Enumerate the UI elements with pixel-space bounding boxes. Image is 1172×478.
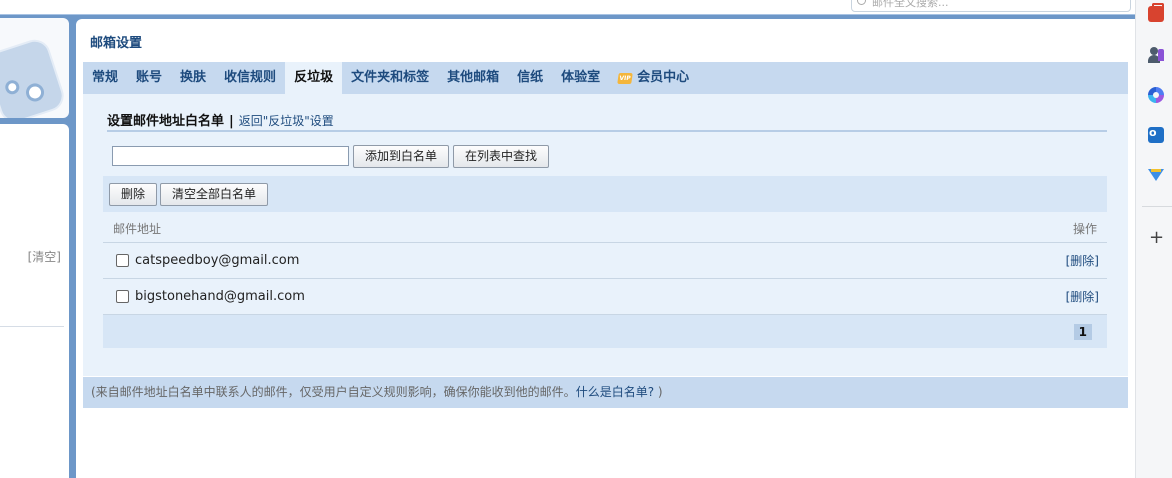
back-to-anti-spam-link[interactable]: 返回"反垃圾"设置 bbox=[239, 114, 334, 128]
whitelist-email-input[interactable] bbox=[112, 146, 349, 166]
toolbox-icon[interactable] bbox=[1148, 3, 1164, 22]
tab-member-center-label: 会员中心 bbox=[637, 70, 690, 85]
add-icon[interactable]: + bbox=[1149, 229, 1164, 247]
whitelist-panel: 设置邮件地址白名单 | 返回"反垃圾"设置 添加到白名单 在列表中查找 删除 清空全… bbox=[97, 94, 1107, 376]
row-delete-link[interactable]: [删除] bbox=[1066, 252, 1099, 269]
top-bar: 邮件全文搜索... bbox=[0, 0, 1135, 15]
find-in-list-button[interactable]: 在列表中查找 bbox=[453, 144, 550, 168]
global-search-box[interactable]: 邮件全文搜索... bbox=[851, 0, 1131, 12]
clear-link[interactable]: [清空] bbox=[28, 248, 61, 265]
row-address: bigstonehand@gmail.com bbox=[135, 289, 305, 304]
row-address: catspeedboy@gmail.com bbox=[135, 253, 300, 268]
note-text: (来自邮件地址白名单中联系人的邮件，仅受用户自定义规则影响，确保你能收到他的邮件… bbox=[91, 385, 576, 399]
row-delete-link[interactable]: [删除] bbox=[1066, 288, 1099, 305]
heading-separator: | bbox=[229, 114, 234, 129]
tab-stationery[interactable]: 信纸 bbox=[508, 62, 552, 94]
tab-general[interactable]: 常规 bbox=[83, 62, 127, 94]
outlook-icon[interactable] bbox=[1148, 126, 1164, 143]
tab-anti-spam[interactable]: 反垃圾 bbox=[285, 62, 343, 94]
tab-folders-labels[interactable]: 文件夹和标签 bbox=[342, 62, 438, 94]
people-chess-icon[interactable] bbox=[1148, 47, 1164, 63]
row-checkbox[interactable] bbox=[116, 254, 129, 267]
page-number[interactable]: 1 bbox=[1073, 324, 1092, 340]
add-to-whitelist-button[interactable]: 添加到白名单 bbox=[353, 144, 450, 168]
whitelist-heading: 设置邮件地址白名单 bbox=[107, 114, 225, 129]
mascot-decoration bbox=[0, 35, 68, 118]
app-sidebar: + bbox=[1135, 0, 1172, 478]
tab-skin[interactable]: 换肤 bbox=[171, 62, 215, 94]
left-folder-panel: [清空] bbox=[0, 124, 69, 478]
page-title: 邮箱设置 bbox=[90, 36, 143, 51]
settings-tabs: 常规 账号 换肤 收信规则 反垃圾 文件夹和标签 其他邮箱 信纸 体验室 VIP… bbox=[83, 62, 1128, 94]
tab-member-center[interactable]: VIP 会员中心 bbox=[609, 62, 698, 94]
left-divider bbox=[0, 326, 64, 327]
settings-content: 常规 账号 换肤 收信规则 反垃圾 文件夹和标签 其他邮箱 信纸 体验室 VIP… bbox=[83, 62, 1128, 376]
col-action: 操作 bbox=[1072, 222, 1097, 236]
vip-icon: VIP bbox=[617, 72, 633, 84]
tab-lab[interactable]: 体验室 bbox=[552, 62, 609, 94]
tab-rules[interactable]: 收信规则 bbox=[215, 62, 285, 94]
tab-other-mailboxes[interactable]: 其他邮箱 bbox=[438, 62, 508, 94]
note-end: ) bbox=[654, 385, 663, 399]
whitelist-note: (来自邮件地址白名单中联系人的邮件，仅受用户自定义规则影响，确保你能收到他的邮件… bbox=[83, 377, 1128, 408]
sidebar-divider bbox=[1142, 206, 1172, 207]
settings-panel: 邮箱设置 常规 账号 换肤 收信规则 反垃圾 文件夹和标签 其他邮箱 信纸 体验… bbox=[76, 19, 1135, 478]
delete-button[interactable]: 删除 bbox=[109, 182, 158, 206]
search-icon bbox=[857, 0, 866, 5]
whitelist-header: 设置邮件地址白名单 | 返回"反垃圾"设置 bbox=[107, 110, 1107, 132]
pager: 1 bbox=[103, 315, 1107, 348]
tab-account[interactable]: 账号 bbox=[127, 62, 171, 94]
list-toolbar: 删除 清空全部白名单 bbox=[103, 176, 1107, 212]
table-row: bigstonehand@gmail.com [删除] bbox=[103, 279, 1107, 315]
col-address: 邮件地址 bbox=[113, 222, 162, 236]
copilot-icon[interactable] bbox=[1148, 87, 1164, 103]
clear-all-whitelist-button[interactable]: 清空全部白名单 bbox=[160, 182, 269, 206]
left-banner bbox=[0, 18, 69, 118]
row-checkbox[interactable] bbox=[116, 290, 129, 303]
search-placeholder: 邮件全文搜索... bbox=[872, 0, 949, 9]
table-row: catspeedboy@gmail.com [删除] bbox=[103, 243, 1107, 279]
send-icon[interactable] bbox=[1148, 167, 1164, 183]
what-is-whitelist-link[interactable]: 什么是白名单? bbox=[576, 385, 654, 399]
add-row: 添加到白名单 在列表中查找 bbox=[112, 144, 550, 168]
table-header: 邮件地址 操作 bbox=[103, 212, 1107, 243]
